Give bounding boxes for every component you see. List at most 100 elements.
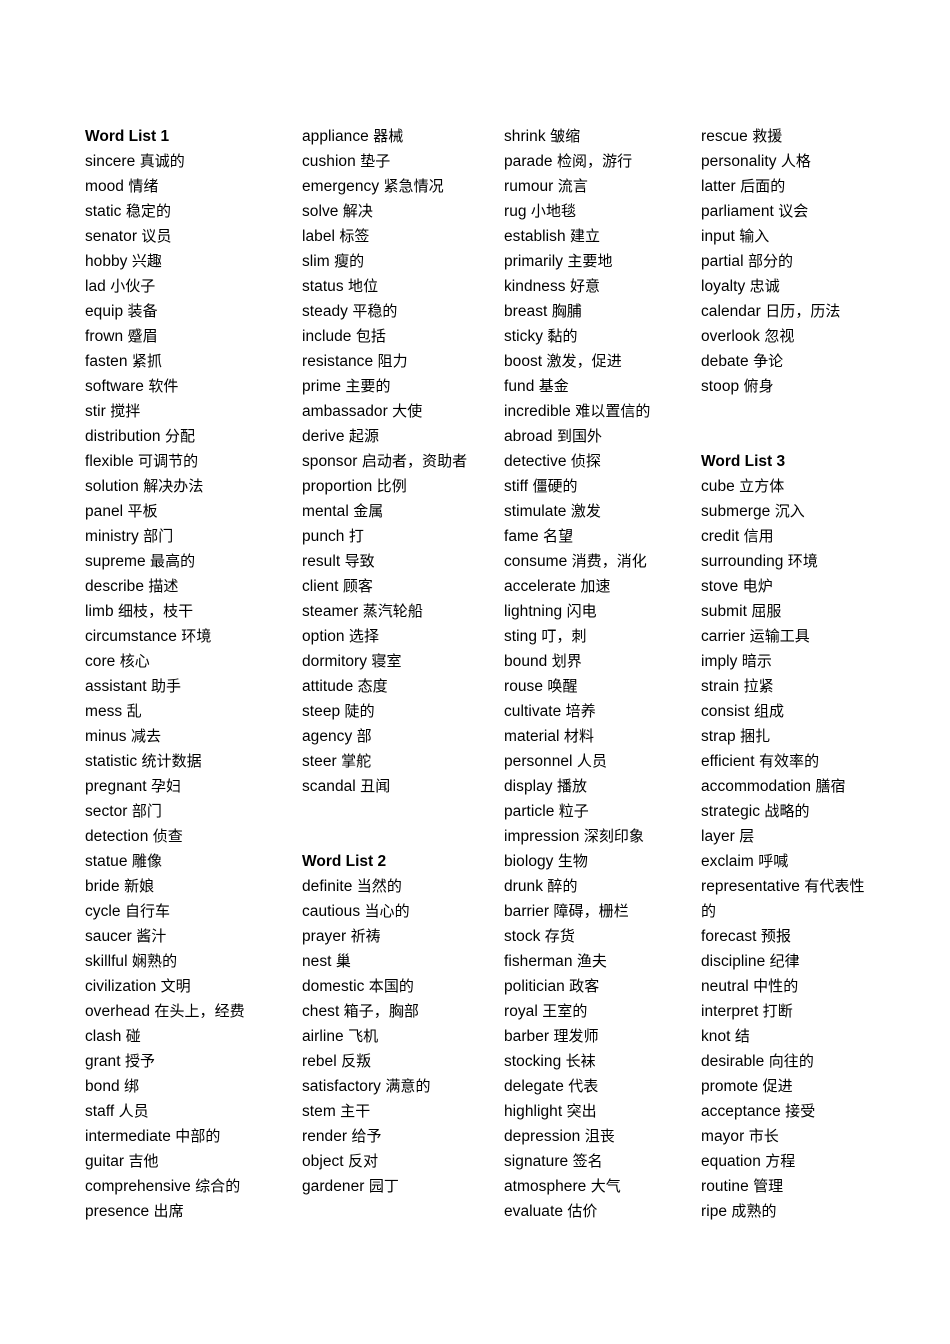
entry-gloss: 标签 <box>339 227 370 245</box>
entry-gloss: 统计数据 <box>141 752 202 770</box>
entry-term: equip <box>85 303 124 320</box>
vocabulary-entry: client 顾客 <box>302 574 504 599</box>
vocabulary-entry: describe 描述 <box>85 574 302 599</box>
entry-term: submit <box>701 603 747 620</box>
entry-term: detection <box>85 828 149 845</box>
vocabulary-entry: dormitory 寝室 <box>302 649 504 674</box>
entry-term: strategic <box>701 803 761 820</box>
entry-gloss: 打断 <box>762 1002 793 1020</box>
entry-gloss: 蒸汽轮船 <box>362 602 423 620</box>
vocabulary-entry: circumstance 环境 <box>85 624 302 649</box>
vocabulary-entry: bride 新娘 <box>85 874 302 899</box>
entry-term: circumstance <box>85 628 177 645</box>
vocabulary-entry: lightning 闪电 <box>504 599 701 624</box>
vocabulary-entry: cultivate 培养 <box>504 699 701 724</box>
entry-gloss: 箱子，胸部 <box>343 1002 419 1020</box>
entry-gloss: 碰 <box>125 1027 141 1045</box>
word-list-heading: Word List 3 <box>701 453 786 470</box>
entry-gloss: 激发 <box>570 502 601 520</box>
entry-gloss: 好意 <box>569 277 601 295</box>
entry-term: stove <box>701 578 739 595</box>
vocabulary-entry: display 播放 <box>504 774 701 799</box>
entry-term: parliament <box>701 203 774 220</box>
entry-term: stem <box>302 1103 336 1120</box>
entry-term: display <box>504 778 553 795</box>
entry-gloss: 环境 <box>787 552 818 570</box>
entry-term: loyalty <box>701 278 746 295</box>
entry-gloss: 侦查 <box>152 827 183 845</box>
entry-term: result <box>302 553 341 570</box>
entry-term: breast <box>504 303 548 320</box>
vocabulary-entry: debate 争论 <box>701 349 925 374</box>
entry-gloss: 反叛 <box>341 1052 372 1070</box>
vocabulary-entry: minus 减去 <box>85 724 302 749</box>
entry-term: forecast <box>701 928 757 945</box>
entry-term: sticky <box>504 328 544 345</box>
vocabulary-entry: carrier 运输工具 <box>701 624 925 649</box>
entry-gloss: 名望 <box>543 527 574 545</box>
entry-term: mayor <box>701 1128 745 1145</box>
entry-term: surrounding <box>701 553 784 570</box>
entry-term: prayer <box>302 928 347 945</box>
entry-term: dormitory <box>302 653 368 670</box>
entry-gloss: 新娘 <box>124 877 155 895</box>
entry-gloss: 给予 <box>351 1127 382 1145</box>
entry-gloss: 选择 <box>348 627 380 645</box>
entry-term: steamer <box>302 603 359 620</box>
vocabulary-entry: stock 存货 <box>504 924 701 949</box>
entry-gloss: 输入 <box>739 227 770 245</box>
entry-term: staff <box>85 1103 115 1120</box>
entry-term: latter <box>701 178 736 195</box>
entry-gloss: 小伙子 <box>110 277 156 295</box>
vocabulary-entry: highlight 突出 <box>504 1099 701 1124</box>
entry-gloss: 顾客 <box>342 577 373 595</box>
entry-gloss: 皱缩 <box>550 127 581 145</box>
vocabulary-entry: loyalty 忠诚 <box>701 274 925 299</box>
entry-term: rumour <box>504 178 554 195</box>
entry-term: software <box>85 378 144 395</box>
entry-term: input <box>701 228 735 245</box>
entry-term: drunk <box>504 878 544 895</box>
entry-term: consist <box>701 703 750 720</box>
entry-term: ministry <box>85 528 139 545</box>
entry-gloss: 小地毯 <box>530 202 577 220</box>
vocabulary-entry: sponsor 启动者，资助者 <box>302 449 488 474</box>
entry-gloss: 唤醒 <box>547 677 578 695</box>
entry-term: boost <box>504 353 543 370</box>
entry-gloss: 议会 <box>778 202 809 220</box>
vocabulary-entry: rug 小地毯 <box>504 199 701 224</box>
entry-gloss: 人员 <box>576 752 607 770</box>
entry-term: knot <box>701 1028 731 1045</box>
vocabulary-entry: efficient 有效率的 <box>701 749 925 774</box>
entry-gloss: 闪电 <box>566 602 597 620</box>
vocabulary-entry: accommodation 膳宿 <box>701 774 925 799</box>
entry-gloss: 绑 <box>124 1077 140 1095</box>
entry-term: client <box>302 578 339 595</box>
entry-term: rebel <box>302 1053 337 1070</box>
vocabulary-entry: routine 管理 <box>701 1174 925 1199</box>
entry-gloss: 电炉 <box>742 577 773 595</box>
vocabulary-entry: knot 结 <box>701 1024 925 1049</box>
entry-term: consume <box>504 553 568 570</box>
entry-term: attitude <box>302 678 354 695</box>
entry-gloss: 部 <box>356 727 372 745</box>
vocabulary-entry: render 给予 <box>302 1124 504 1149</box>
vocabulary-entry: solution 解决办法 <box>85 474 302 499</box>
vocabulary-entry: boost 激发，促进 <box>504 349 701 374</box>
vocabulary-entry: parliament 议会 <box>701 199 925 224</box>
entry-term: neutral <box>701 978 749 995</box>
entry-term: rouse <box>504 678 544 695</box>
entry-term: frown <box>85 328 124 345</box>
entry-term: sting <box>504 628 537 645</box>
document-page: Word List 1 sincere 真诚的 mood 情绪 static 稳定的 s… <box>0 0 950 1344</box>
entry-term: fame <box>504 528 539 545</box>
entry-term: shrink <box>504 128 546 145</box>
entry-term: pregnant <box>85 778 147 795</box>
vocabulary-entry: politician 政客 <box>504 974 701 999</box>
entry-term: material <box>504 728 560 745</box>
entry-gloss: 划界 <box>551 652 582 670</box>
vocabulary-entry: cube 立方体 <box>701 474 925 499</box>
entry-gloss: 兴趣 <box>131 252 162 270</box>
vocabulary-entry: limb 细枝，枝干 <box>85 599 302 624</box>
vocabulary-entry: steamer 蒸汽轮船 <box>302 599 504 624</box>
